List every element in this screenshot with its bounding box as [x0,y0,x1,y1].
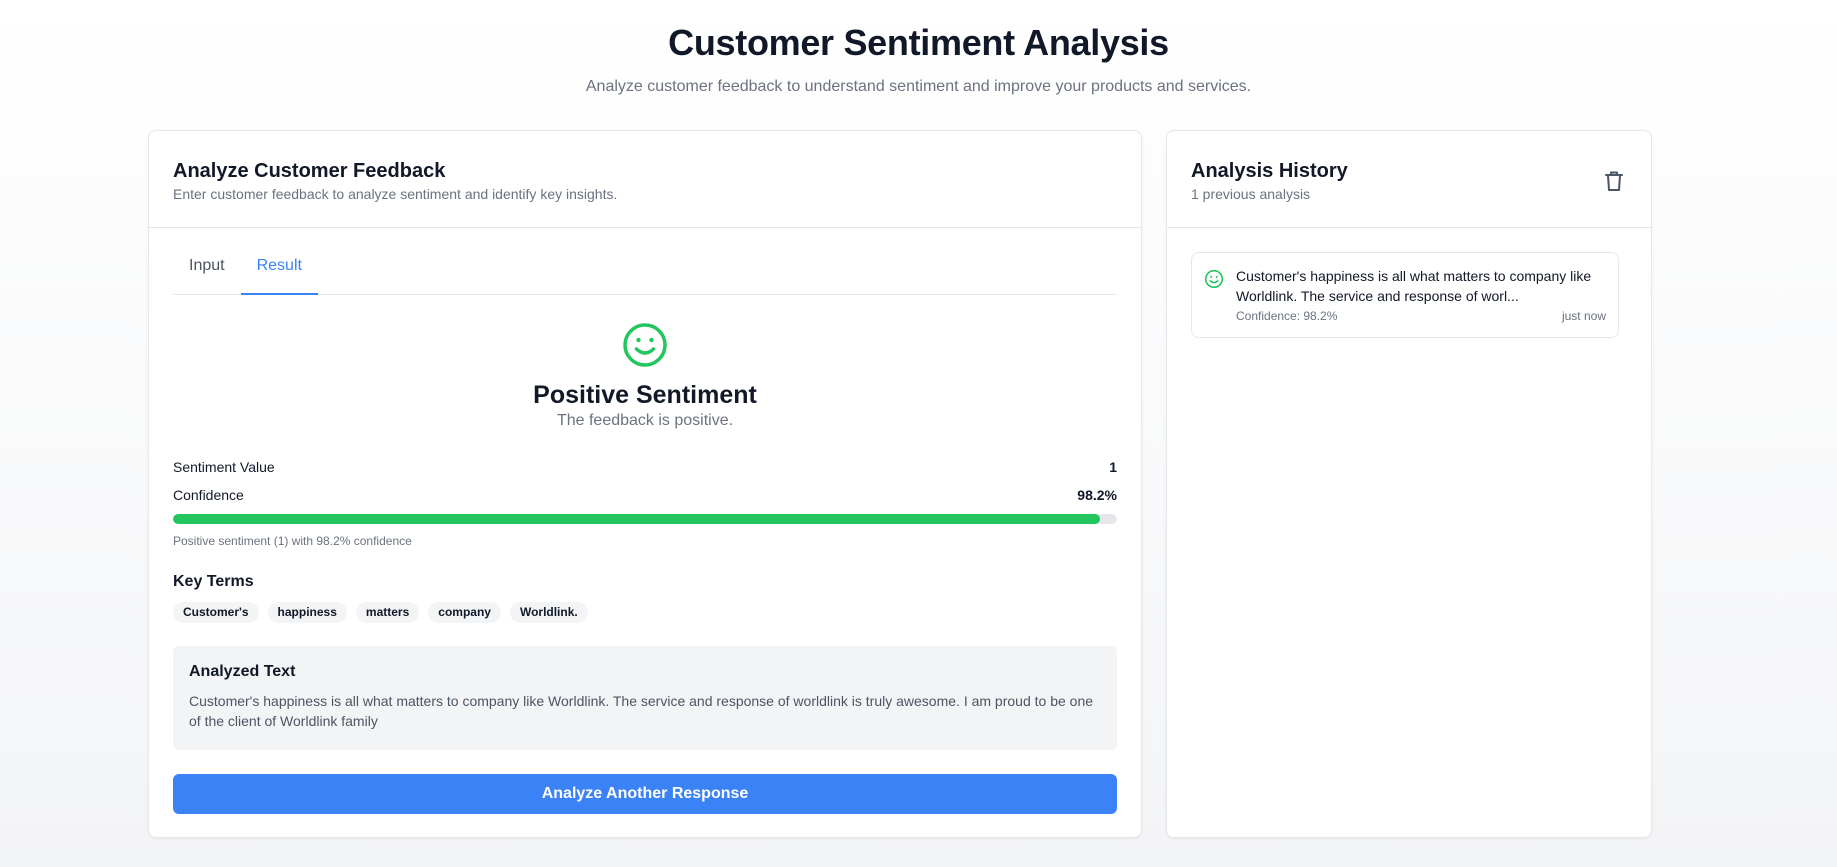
history-card: Analysis History 1 previous analysis Cus… [1166,130,1652,838]
analyze-card-body: Input Result Positive Sentiment The feed… [149,228,1141,814]
key-terms-title: Key Terms [173,573,254,590]
analyzed-text: Customer's happiness is all what matters… [189,693,1094,729]
page-subtitle: Analyze customer feedback to understand … [585,78,1252,95]
history-item-time: just now [1561,309,1606,323]
key-term-chip: company [428,602,501,623]
key-terms-list: Customer's happiness matters company Wor… [173,602,1117,623]
sentiment-title: Positive Sentiment [533,381,757,409]
analyze-card: Analyze Customer Feedback Enter customer… [148,130,1142,838]
analyzed-text-title: Analyzed Text [189,663,296,680]
history-card-header: Analysis History 1 previous analysis [1167,131,1651,228]
sentiment-value-label: Sentiment Value [173,459,275,475]
tab-input[interactable]: Input [173,257,241,295]
analyzed-text-box: Analyzed Text Customer's happiness is al… [173,646,1117,750]
confidence-value: 98.2% [1077,487,1117,503]
sentiment-summary: Positive Sentiment The feedback is posit… [173,321,1117,431]
sentiment-description: The feedback is positive. [556,412,734,429]
key-term-chip: happiness [267,602,347,623]
trash-icon[interactable] [1603,169,1625,193]
history-item[interactable]: Customer's happiness is all what matters… [1191,252,1619,338]
key-term-chip: matters [355,602,420,623]
smile-icon [1204,269,1224,289]
smile-icon [623,323,667,367]
tab-result[interactable]: Result [240,257,318,295]
analyze-card-description: Enter customer feedback to analyze senti… [173,186,618,202]
history-count: 1 previous analysis [1191,186,1311,202]
history-item-text: Customer's happiness is all what matters… [1236,268,1592,304]
sentiment-value: 1 [1109,459,1117,475]
key-term-chip: Worldlink. [509,602,588,623]
confidence-bar-fill [173,514,1100,524]
page-header: Customer Sentiment Analysis Analyze cust… [0,0,1837,97]
history-item-meta: Confidence: 98.2% just now [1236,308,1606,324]
confidence-label: Confidence [173,487,244,503]
analyze-card-header: Analyze Customer Feedback Enter customer… [149,131,1141,228]
history-card-title: Analysis History [1191,160,1348,182]
confidence-note: Positive sentiment (1) with 98.2% confid… [173,534,412,548]
analyze-another-button[interactable]: Analyze Another Response [173,774,1117,814]
key-term-chip: Customer's [173,602,259,623]
analyze-card-title: Analyze Customer Feedback [173,160,446,182]
tab-list: Input Result [173,228,1117,295]
confidence-bar [173,514,1117,524]
history-item-confidence: Confidence: 98.2% [1236,309,1338,323]
sentiment-value-row: Sentiment Value 1 [173,458,1117,476]
page-title: Customer Sentiment Analysis [668,22,1169,63]
confidence-row: Confidence 98.2% [173,486,1117,504]
